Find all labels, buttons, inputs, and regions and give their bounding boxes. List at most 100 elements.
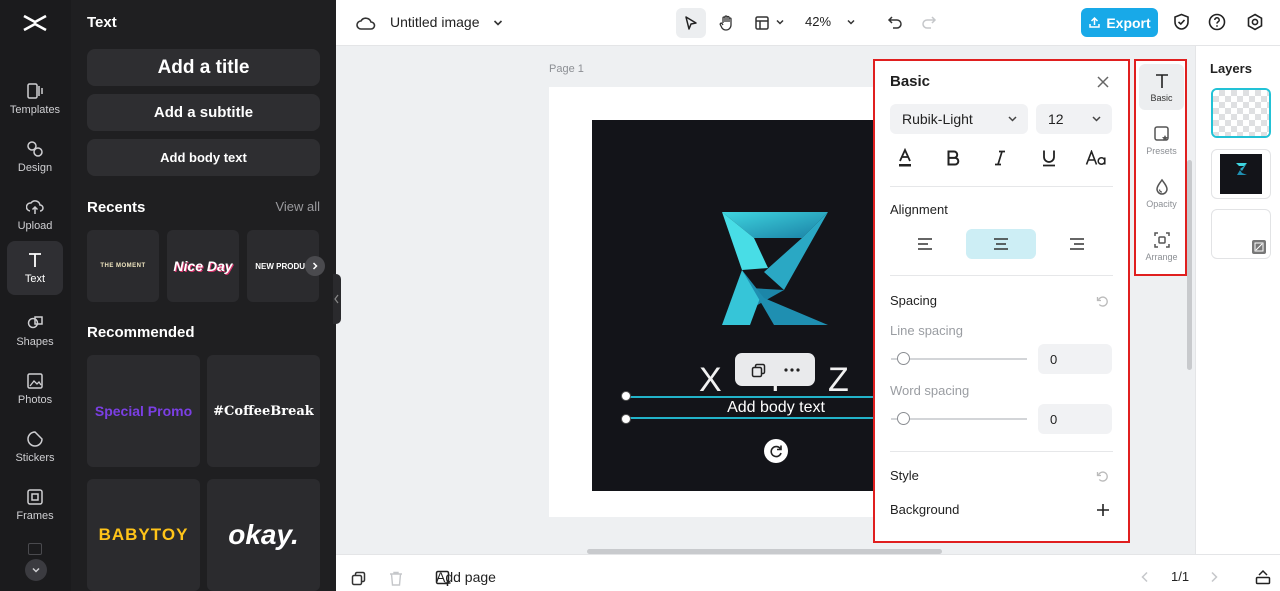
close-icon[interactable]: [1094, 73, 1112, 91]
layer-image[interactable]: [1211, 149, 1271, 199]
add-subtitle-button[interactable]: Add a subtitle: [87, 94, 320, 131]
zoom-level[interactable]: 42%: [805, 14, 831, 29]
text-case-button[interactable]: [1084, 146, 1108, 170]
pointer-icon: [685, 16, 697, 30]
rail-shapes[interactable]: Shapes: [7, 304, 63, 358]
text-panel: Text Add a title Add a subtitle Add body…: [71, 0, 336, 591]
recents-heading: Recents: [87, 199, 146, 216]
layer-text[interactable]: [1211, 88, 1271, 138]
page-indicator: 1/1: [1171, 569, 1190, 584]
recommended-template[interactable]: okay.: [207, 479, 320, 591]
rail-design[interactable]: Design: [7, 130, 63, 184]
rail-stickers[interactable]: Stickers: [7, 420, 63, 474]
rail-templates[interactable]: Templates: [7, 72, 63, 126]
panel-title: Text: [87, 14, 117, 31]
duplicate-icon[interactable]: [749, 361, 767, 379]
expand-pages-icon[interactable]: [1253, 568, 1273, 586]
underline-button[interactable]: [1037, 146, 1061, 170]
undo-button[interactable]: [885, 12, 905, 32]
resize-handle[interactable]: [621, 414, 631, 424]
line-spacing-input[interactable]: 0: [1038, 344, 1112, 374]
shapes-icon: [27, 316, 43, 329]
reset-style-icon[interactable]: [1094, 468, 1110, 484]
redo-button[interactable]: [919, 12, 939, 32]
select-tool-button[interactable]: [676, 8, 706, 38]
font-family-select[interactable]: Rubik-Light: [890, 104, 1028, 134]
slider-knob[interactable]: [897, 412, 910, 425]
slider-knob[interactable]: [897, 352, 910, 365]
next-page-icon[interactable]: [1206, 569, 1222, 585]
layout-button[interactable]: [752, 11, 772, 35]
resize-handle[interactable]: [621, 391, 631, 401]
text-color-button[interactable]: [893, 146, 917, 170]
shield-icon[interactable]: [1171, 12, 1191, 32]
chevron-down-icon: [32, 567, 40, 573]
align-center-button[interactable]: [966, 229, 1036, 259]
templates-icon: [27, 83, 43, 99]
hand-icon: [719, 15, 732, 31]
recents-next-button[interactable]: [305, 256, 325, 276]
rail-frames[interactable]: Frames: [7, 478, 63, 532]
arrange-icon: [1153, 231, 1170, 248]
divider: [890, 186, 1113, 187]
tab-presets[interactable]: Presets: [1139, 117, 1184, 163]
logo-letter: Z: [828, 361, 849, 399]
recommended-heading: Recommended: [87, 324, 195, 341]
xyz-logo-mark: [722, 212, 828, 325]
add-body-text-button[interactable]: Add body text: [87, 139, 320, 176]
redo-icon: [922, 16, 937, 29]
recommended-template[interactable]: BABYTOY: [87, 479, 200, 591]
settings-icon[interactable]: [1245, 12, 1265, 32]
rail-label: Stickers: [15, 452, 55, 464]
rail-text[interactable]: Text: [7, 241, 63, 295]
chevron-down-icon[interactable]: [773, 15, 787, 29]
rail-photos[interactable]: Photos: [7, 362, 63, 416]
chevron-down-icon[interactable]: [844, 15, 858, 29]
hand-tool-button[interactable]: [715, 11, 739, 35]
prev-page-icon[interactable]: [1137, 569, 1153, 585]
rail-label: Shapes: [16, 336, 54, 348]
delete-page-icon[interactable]: [387, 569, 405, 587]
recommended-template[interactable]: Special Promo: [87, 355, 200, 467]
rail-upload[interactable]: Upload: [7, 188, 63, 242]
style-label: Style: [890, 468, 919, 483]
add-page-button[interactable]: Add page: [436, 569, 496, 585]
font-size-select[interactable]: 12: [1036, 104, 1112, 134]
align-center-icon: [994, 238, 1008, 250]
tab-opacity[interactable]: Opacity: [1139, 170, 1184, 216]
add-background-icon[interactable]: [1094, 501, 1112, 519]
word-spacing-input[interactable]: 0: [1038, 404, 1112, 434]
document-title[interactable]: Untitled image: [390, 14, 480, 30]
artwork-image[interactable]: X Y Z: [592, 120, 892, 491]
more-options-icon[interactable]: [782, 361, 802, 379]
duplicate-page-icon[interactable]: [349, 569, 367, 587]
recommended-template[interactable]: #CoffeeBreak: [207, 355, 320, 467]
rotate-handle[interactable]: [764, 439, 788, 463]
tab-basic[interactable]: Basic: [1139, 64, 1184, 110]
line-spacing-slider[interactable]: [891, 352, 1027, 365]
align-left-icon: [918, 238, 932, 250]
word-spacing-slider[interactable]: [891, 412, 1027, 425]
reset-spacing-icon[interactable]: [1094, 293, 1110, 309]
layer-background[interactable]: [1211, 209, 1271, 259]
vertical-scrollbar[interactable]: [1187, 160, 1192, 370]
help-icon[interactable]: [1207, 12, 1227, 32]
view-all-link[interactable]: View all: [275, 199, 320, 214]
italic-button[interactable]: [988, 146, 1012, 170]
align-left-button[interactable]: [890, 229, 960, 259]
frames-icon: [27, 489, 43, 505]
recent-text-item[interactable]: THE MOMENT: [87, 230, 159, 302]
recent-text-preview: NEW PRODUC: [255, 261, 311, 271]
capcut-logo[interactable]: [22, 11, 48, 35]
cloud-save-icon[interactable]: [355, 12, 377, 34]
bold-button[interactable]: [941, 146, 965, 170]
chevron-down-icon[interactable]: [490, 15, 506, 31]
expand-rail-button[interactable]: [25, 559, 47, 581]
add-title-button[interactable]: Add a title: [87, 49, 320, 86]
collapse-panel-handle[interactable]: [333, 274, 341, 324]
export-button[interactable]: Export: [1081, 8, 1158, 37]
recent-text-item[interactable]: Nice Day: [167, 230, 239, 302]
chevron-left-icon: [334, 294, 339, 304]
align-right-button[interactable]: [1042, 229, 1112, 259]
tab-arrange[interactable]: Arrange: [1139, 223, 1184, 269]
